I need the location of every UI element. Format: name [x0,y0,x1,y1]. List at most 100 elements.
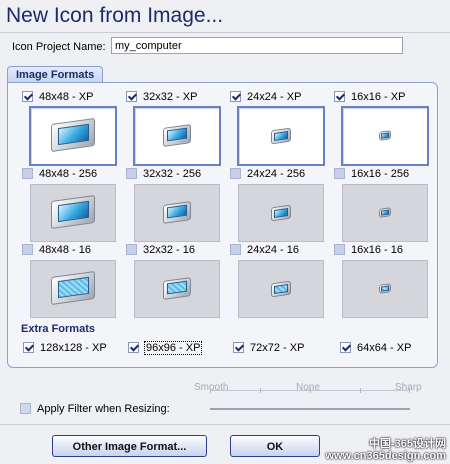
computer-icon [379,283,391,294]
format-checkbox[interactable] [126,168,137,179]
format-checkbox-row[interactable]: 48x48 - 256 [22,167,97,180]
icon-preview[interactable] [238,260,324,318]
slider-tick [310,388,311,393]
apply-filter-checkbox[interactable] [20,403,31,414]
format-label: 24x24 - 16 [247,243,299,256]
format-cell: 32x32 - 16 [126,243,226,318]
extra-format-checkbox[interactable] [128,342,139,353]
format-checkbox[interactable] [22,91,33,102]
format-checkbox-row[interactable]: 24x24 - 256 [230,167,305,180]
slider-label-smooth: Smooth [194,382,229,393]
format-checkbox[interactable] [334,244,345,255]
format-label: 32x32 - 256 [143,167,202,180]
format-checkbox[interactable] [126,244,137,255]
extra-format-row[interactable]: 64x64 - XP [340,341,411,354]
format-checkbox-row[interactable]: 16x16 - 16 [334,243,403,256]
icon-preview[interactable] [342,184,428,242]
project-name-label: Icon Project Name: [12,41,106,53]
format-checkbox[interactable] [334,91,345,102]
format-cell: 32x32 - XP [126,90,226,166]
extra-format-row[interactable]: 96x96 - XP [128,340,203,355]
format-checkbox-row[interactable]: 24x24 - XP [230,90,301,103]
ok-button[interactable]: OK [230,435,320,457]
computer-icon [51,270,95,306]
slider-tick [409,388,410,393]
icon-preview[interactable] [342,260,428,318]
computer-icon [51,194,95,230]
format-cell: 24x24 - XP [230,90,330,166]
format-cell: 24x24 - 16 [230,243,330,318]
extra-format-checkbox[interactable] [340,342,351,353]
format-cell: 24x24 - 256 [230,167,330,242]
format-cell: 16x16 - 256 [334,167,434,242]
extra-format-checkbox[interactable] [23,342,34,353]
extra-format-label: 64x64 - XP [357,341,412,354]
extra-format-label: 96x96 - XP [143,340,203,355]
slider-label-none: None [296,382,320,393]
format-label: 24x24 - 256 [247,167,306,180]
icon-preview[interactable] [30,260,116,318]
watermark-line-1: 中国-365设计网 [368,438,446,450]
computer-icon [163,201,191,224]
apply-filter-row[interactable]: Apply Filter when Resizing: [20,402,170,415]
format-checkbox[interactable] [334,168,345,179]
format-label: 48x48 - 16 [39,243,91,256]
extra-format-checkbox[interactable] [233,342,244,353]
format-checkbox-row[interactable]: 48x48 - 16 [22,243,91,256]
computer-icon [379,130,391,141]
format-checkbox-row[interactable]: 32x32 - 16 [126,243,195,256]
computer-icon [163,277,191,300]
format-label: 16x16 - XP [351,90,406,103]
format-checkbox[interactable] [126,91,137,102]
icon-preview[interactable] [341,106,429,166]
other-image-format-button[interactable]: Other Image Format... [52,435,207,457]
format-label: 24x24 - XP [247,90,302,103]
watermark: 中国-365设计网 www.cn365design.com [325,438,446,462]
format-checkbox-row[interactable]: 48x48 - XP [22,90,93,103]
computer-icon [271,204,291,222]
format-label: 16x16 - 256 [351,167,410,180]
extra-format-row[interactable]: 72x72 - XP [233,341,304,354]
format-cell: 32x32 - 256 [126,167,226,242]
format-checkbox-row[interactable]: 32x32 - 256 [126,167,201,180]
dialog-title: New Icon from Image... [6,4,224,27]
format-checkbox[interactable] [22,244,33,255]
format-cell: 48x48 - XP [22,90,122,166]
format-checkbox[interactable] [22,168,33,179]
format-label: 16x16 - 16 [351,243,403,256]
format-cell: 16x16 - XP [334,90,434,166]
computer-icon [271,127,291,145]
format-checkbox-row[interactable]: 32x32 - XP [126,90,197,103]
icon-preview[interactable] [30,184,116,242]
extra-format-label: 128x128 - XP [40,341,107,354]
computer-icon [163,124,191,147]
image-formats-tab[interactable]: Image Formats [7,66,104,83]
icon-preview[interactable] [134,260,220,318]
slider-tick [210,388,211,393]
computer-icon [271,280,291,298]
format-checkbox-row[interactable]: 24x24 - 16 [230,243,299,256]
project-name-input[interactable] [111,37,403,54]
icon-preview[interactable] [29,106,117,166]
format-label: 32x32 - XP [143,90,198,103]
format-checkbox-row[interactable]: 16x16 - 256 [334,167,409,180]
icon-preview[interactable] [238,184,324,242]
format-label: 32x32 - 16 [143,243,195,256]
watermark-line-2: www.cn365design.com [325,450,446,462]
extra-formats-heading: Extra Formats [21,323,95,335]
format-label: 48x48 - XP [39,90,94,103]
format-checkbox-row[interactable]: 16x16 - XP [334,90,405,103]
icon-preview[interactable] [237,106,325,166]
slider-tick [260,388,261,393]
format-checkbox[interactable] [230,168,241,179]
title-separator [0,32,450,33]
format-cell: 16x16 - 16 [334,243,434,318]
format-checkbox[interactable] [230,244,241,255]
apply-filter-label: Apply Filter when Resizing: [37,402,170,415]
icon-preview[interactable] [134,184,220,242]
extra-format-row[interactable]: 128x128 - XP [23,341,107,354]
image-formats-group: 48x48 - XP 32x32 - XP 24x24 - XP 16x16 -… [7,82,438,368]
format-checkbox[interactable] [230,91,241,102]
icon-preview[interactable] [133,106,221,166]
extra-format-label: 72x72 - XP [250,341,305,354]
